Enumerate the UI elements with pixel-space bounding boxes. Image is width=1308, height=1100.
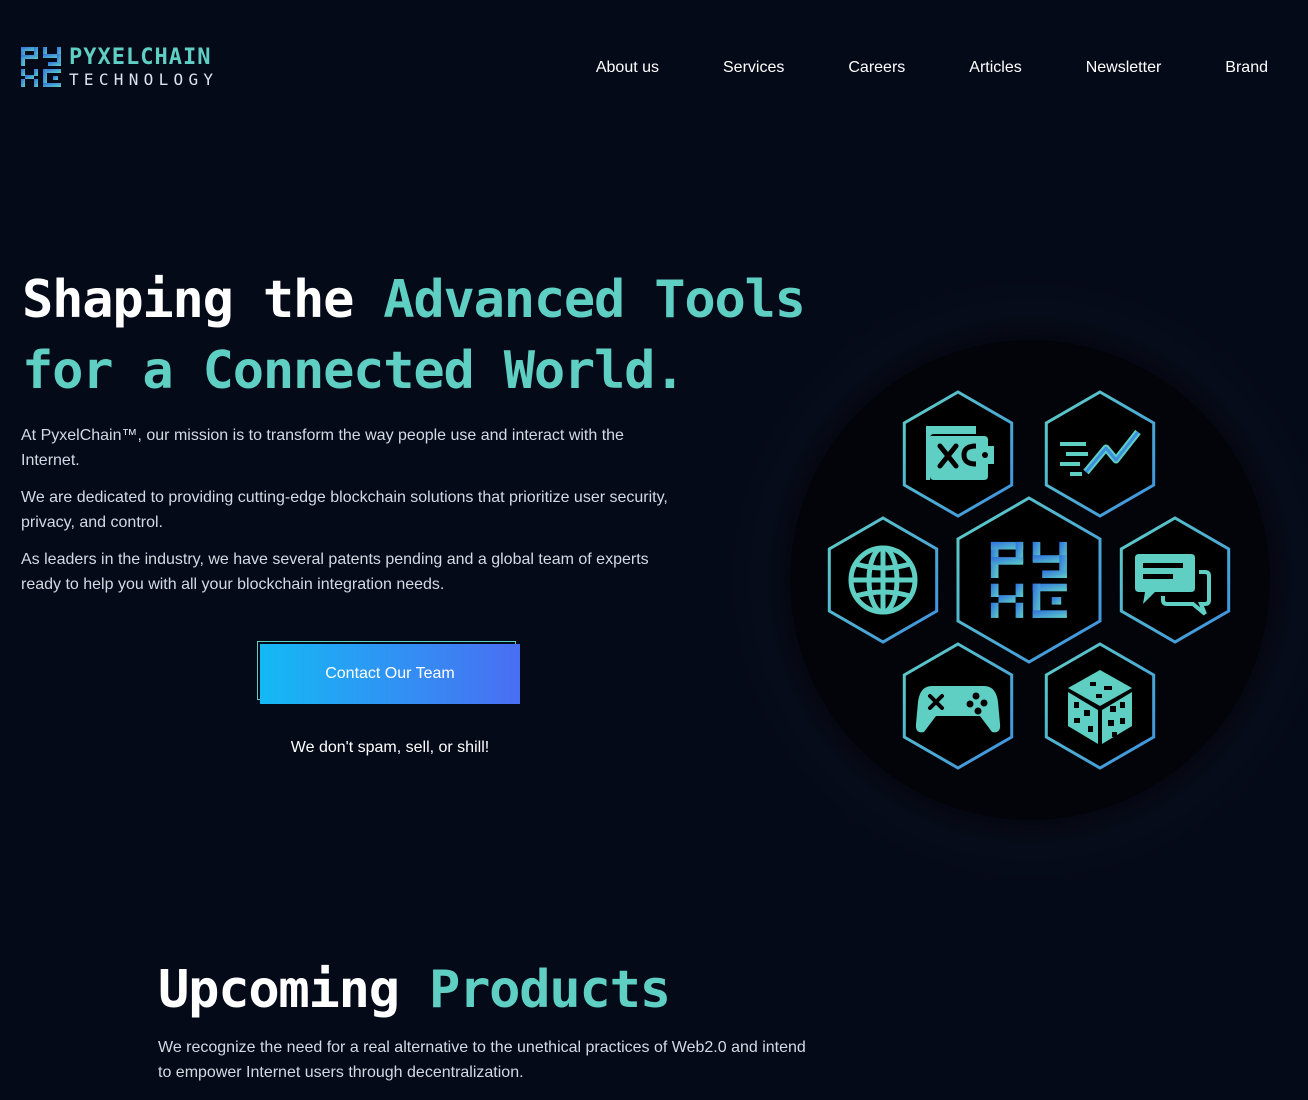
hero-paragraph-leaders: As leaders in the industry, we have seve… <box>21 551 649 593</box>
nav-services[interactable]: Services <box>723 59 784 77</box>
nav-about-us[interactable]: About us <box>596 59 659 77</box>
brand-tagline: TECHNOLOGY <box>69 69 219 89</box>
cta-wrapper: Contact Our Team <box>257 641 520 704</box>
globe-icon <box>848 545 918 615</box>
products-title-accent: Products <box>428 960 671 1020</box>
hero-description: At PyxelChain™, our mission is to transf… <box>21 423 671 609</box>
products-title: Upcoming Products <box>158 955 671 1025</box>
hero-title-white: Shaping the <box>22 270 384 330</box>
hero-title-accent-2: for a Connected World. <box>22 341 686 401</box>
nav-newsletter[interactable]: Newsletter <box>1086 59 1162 77</box>
pyxelchain-logo-icon <box>21 47 61 87</box>
brand-name: PYXELCHAIN <box>69 44 212 70</box>
products-title-white: Upcoming <box>158 960 429 1020</box>
nav-articles[interactable]: Articles <box>969 59 1021 77</box>
hero-paragraph-dedication: We are dedicated to providing cutting-ed… <box>21 489 668 531</box>
brand-logo[interactable]: PYXELCHAIN TECHNOLOGY <box>20 46 218 88</box>
hex-services-illustration <box>720 270 1308 890</box>
page: PYXELCHAIN TECHNOLOGY About us Services … <box>0 0 1308 1100</box>
nav-careers[interactable]: Careers <box>848 59 905 77</box>
main-nav: About us Services Careers Articles Newsl… <box>532 59 1268 77</box>
site-header: PYXELCHAIN TECHNOLOGY About us Services … <box>0 0 1308 130</box>
logo-text: PYXELCHAIN TECHNOLOGY <box>69 44 219 89</box>
products-description: We recognize the need for a real alterna… <box>158 1039 806 1081</box>
cta-note: We don't spam, sell, or shill! <box>290 739 490 756</box>
hero-title: Shaping the Advanced Tools for a Connect… <box>22 265 806 407</box>
contact-our-team-button[interactable]: Contact Our Team <box>260 644 520 704</box>
hero-paragraph-mission: At PyxelChain™, our mission is to transf… <box>21 427 624 469</box>
nav-brand[interactable]: Brand <box>1225 59 1268 77</box>
